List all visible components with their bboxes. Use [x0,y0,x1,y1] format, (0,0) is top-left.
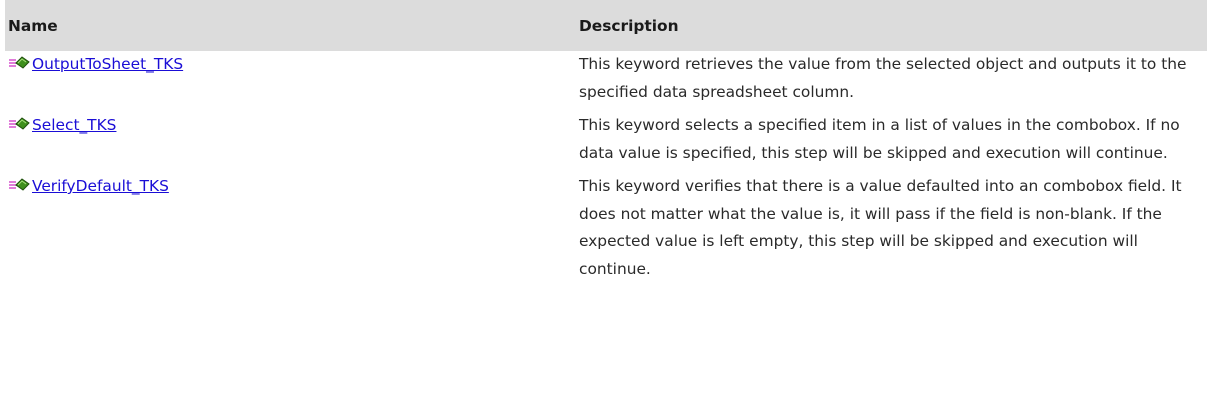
member-description: This keyword verifies that there is a va… [579,177,1182,278]
member-name-cell: Select_TKS [5,112,576,173]
members-table: Name Description OutputToSheet_TKS This … [5,0,1207,283]
table-header-row: Name Description [5,0,1207,51]
member-name-cell: OutputToSheet_TKS [5,51,576,112]
method-icon [8,53,30,69]
column-header-description: Description [576,0,1207,51]
member-link-verifydefault[interactable]: VerifyDefault_TKS [32,177,169,195]
member-link-select[interactable]: Select_TKS [32,116,116,134]
column-header-name: Name [5,0,576,51]
method-icon [8,114,30,130]
table-row: Select_TKS This keyword selects a specif… [5,112,1207,173]
method-icon [8,175,30,191]
table-row: VerifyDefault_TKS This keyword verifies … [5,173,1207,283]
member-name-cell: VerifyDefault_TKS [5,173,576,283]
member-description: This keyword selects a specified item in… [579,116,1180,162]
member-link-outputtosheet[interactable]: OutputToSheet_TKS [32,55,183,73]
table-row: OutputToSheet_TKS This keyword retrieves… [5,51,1207,112]
member-description: This keyword retrieves the value from th… [579,55,1187,101]
